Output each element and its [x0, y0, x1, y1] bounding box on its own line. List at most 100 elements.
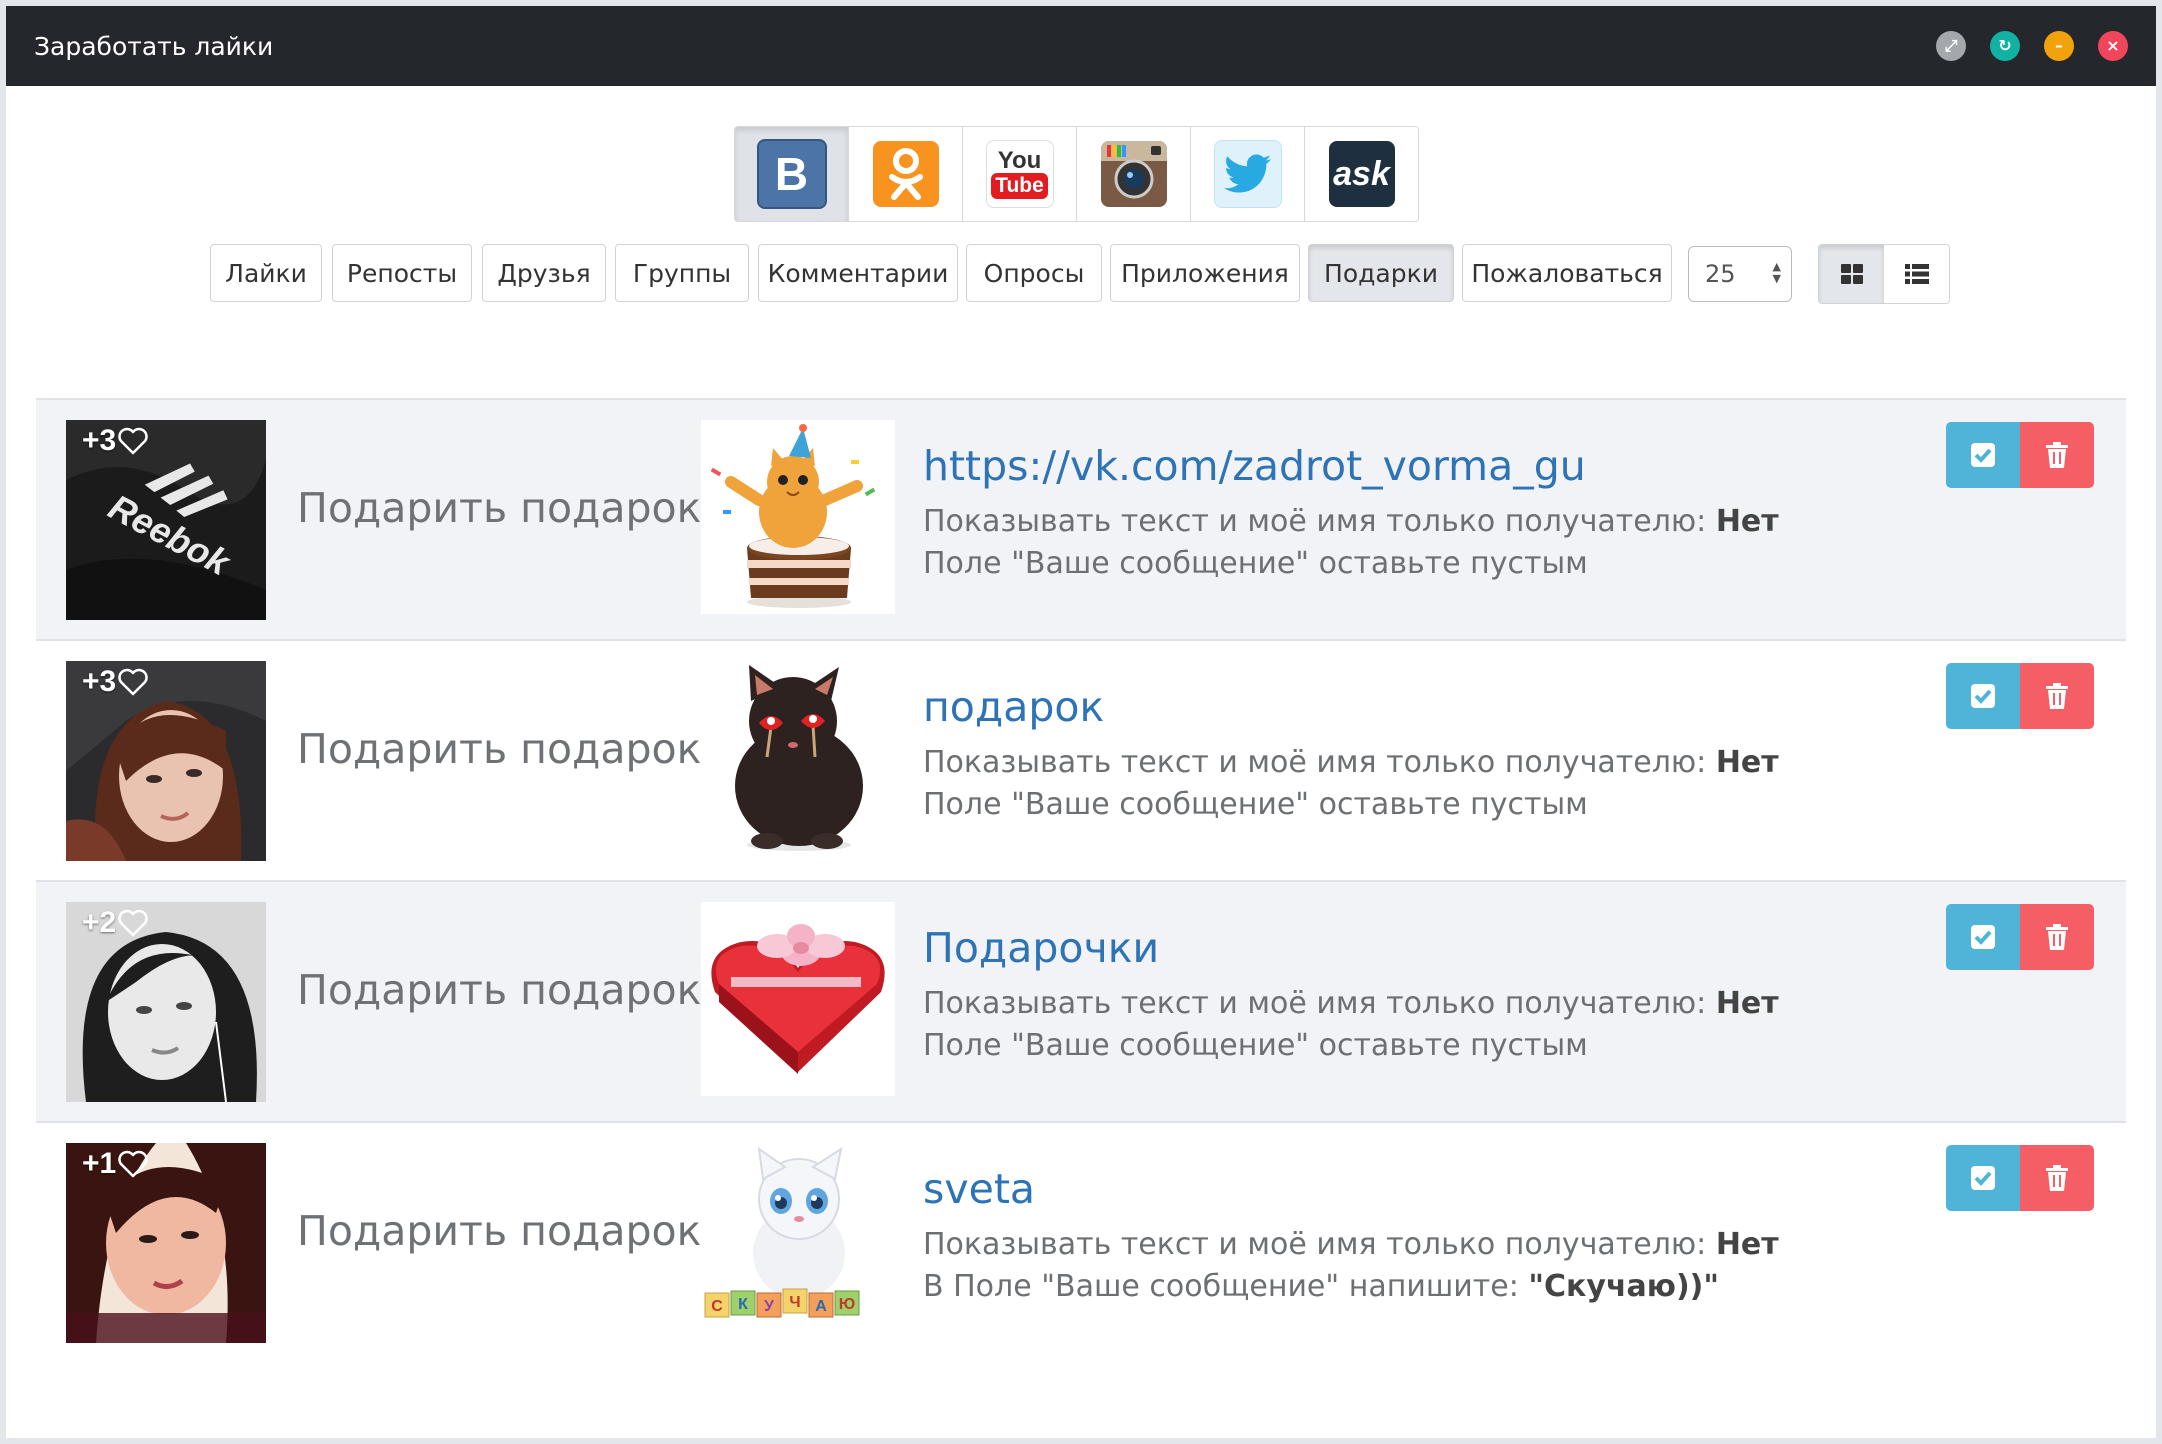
block-letter: К: [738, 1296, 748, 1313]
network-twitter[interactable]: [1191, 127, 1305, 221]
task-label: Подарить подарок:: [297, 725, 716, 773]
likes-reward: +3: [82, 665, 148, 699]
trash-icon: [2046, 683, 2068, 709]
task-actions: [1946, 904, 2094, 970]
avatar[interactable]: +2: [66, 902, 266, 1102]
gift-link[interactable]: Подарочки: [923, 924, 1159, 972]
block-letter: А: [815, 1298, 827, 1315]
ask-icon: ask: [1328, 141, 1395, 207]
view-mode-toggle: [1818, 244, 1950, 304]
block-letter: У: [764, 1298, 775, 1315]
privacy-line: Показывать текст и моё имя только получа…: [923, 745, 1779, 780]
privacy-line: Показывать текст и моё имя только получа…: [923, 986, 1779, 1021]
check-square-icon: [1971, 1166, 1995, 1190]
grid-view-button[interactable]: [1819, 245, 1884, 303]
tab-polls[interactable]: Опросы: [966, 244, 1102, 302]
block-letter: С: [711, 1298, 723, 1315]
check-square-icon: [1971, 684, 1995, 708]
network-youtube[interactable]: You Tube: [963, 127, 1077, 221]
tab-groups[interactable]: Группы: [615, 244, 749, 302]
delete-button[interactable]: [2020, 904, 2094, 970]
title-bar: Заработать лайки ⤢ ↻ – ×: [6, 6, 2156, 86]
tab-report[interactable]: Пожаловаться: [1462, 244, 1672, 302]
delete-button[interactable]: [2020, 422, 2094, 488]
window-controls: ⤢ ↻ – ×: [1936, 31, 2128, 61]
grid-icon: [1840, 264, 1863, 284]
block-letter: Ю: [839, 1296, 856, 1313]
heart-icon: [118, 909, 148, 937]
expand-button[interactable]: ⤢: [1936, 31, 1966, 61]
confirm-button[interactable]: [1946, 904, 2020, 970]
gift-link[interactable]: sveta: [923, 1165, 1035, 1213]
block-letter: Ч: [789, 1294, 800, 1311]
tab-comments[interactable]: Комментарии: [758, 244, 958, 302]
task-actions: [1946, 663, 2094, 729]
vk-icon: В: [756, 139, 827, 209]
avatar[interactable]: +1: [66, 1143, 266, 1343]
avatar[interactable]: +3: [66, 661, 266, 861]
delete-button[interactable]: [2020, 1145, 2094, 1211]
task-actions: [1946, 1145, 2094, 1211]
gift-image-cake-cat: [701, 420, 895, 614]
network-selector: В You Tube ask: [734, 126, 1419, 222]
heart-icon: [118, 427, 148, 455]
confirm-button[interactable]: [1946, 1145, 2020, 1211]
gift-image-white-kitten: СКУЧАЮ: [701, 1143, 895, 1337]
refresh-button[interactable]: ↻: [1990, 31, 2020, 61]
privacy-line: Показывать текст и моё имя только получа…: [923, 1227, 1779, 1262]
refresh-icon: ↻: [1998, 36, 2012, 55]
required-message: "Скучаю))": [1528, 1269, 1719, 1304]
app-window: Заработать лайки ⤢ ↻ – × В You Tube ask …: [6, 6, 2156, 1438]
task-label: Подарить подарок:: [297, 966, 716, 1014]
close-icon: ×: [2106, 36, 2120, 55]
task-row: +1 Подарить подарок: С К У Ч А Ю sveta П…: [36, 1121, 2126, 1362]
gift-image-heart-box: [701, 902, 895, 1096]
gift-image-black-cat: [701, 661, 895, 855]
per-page-select[interactable]: 25 ▲ ▼: [1688, 246, 1792, 302]
privacy-line: Показывать текст и моё имя только получа…: [923, 504, 1779, 539]
trash-icon: [2046, 1165, 2068, 1191]
per-page-value: 25: [1705, 260, 1736, 288]
avatar[interactable]: Reebok +3: [66, 420, 266, 620]
tab-friends[interactable]: Друзья: [482, 244, 606, 302]
task-row: +3 Подарить подарок: подарок Показывать …: [36, 639, 2126, 880]
tab-apps[interactable]: Приложения: [1110, 244, 1300, 302]
stepper-arrows-icon: ▲ ▼: [1772, 260, 1781, 285]
task-row: +2 Подарить подарок: Подарочки Показыват…: [36, 880, 2126, 1121]
heart-icon: [118, 668, 148, 696]
youtube-icon: You Tube: [985, 140, 1054, 208]
list-view-button[interactable]: [1884, 245, 1949, 303]
minimize-button[interactable]: –: [2044, 31, 2074, 61]
confirm-button[interactable]: [1946, 422, 2020, 488]
heart-icon: [118, 1150, 148, 1178]
close-button[interactable]: ×: [2098, 31, 2128, 61]
window-title: Заработать лайки: [34, 31, 274, 61]
task-actions: [1946, 422, 2094, 488]
likes-reward: +3: [82, 424, 148, 458]
message-instruction: Поле "Ваше сообщение" оставьте пустым: [923, 1028, 1588, 1063]
gift-link[interactable]: https://vk.com/zadrot_vorma_gu: [923, 442, 1586, 490]
likes-reward: +1: [82, 1147, 148, 1181]
delete-button[interactable]: [2020, 663, 2094, 729]
network-instagram[interactable]: [1077, 127, 1191, 221]
gift-link[interactable]: подарок: [923, 683, 1104, 731]
confirm-button[interactable]: [1946, 663, 2020, 729]
list-icon: [1904, 264, 1929, 284]
expand-icon: ⤢: [1944, 36, 1958, 55]
message-instruction: Поле "Ваше сообщение" оставьте пустым: [923, 787, 1588, 822]
likes-reward: +2: [82, 906, 148, 940]
network-odnoklassniki[interactable]: [849, 127, 963, 221]
trash-icon: [2046, 924, 2068, 950]
tab-likes[interactable]: Лайки: [210, 244, 322, 302]
network-vk[interactable]: В: [735, 127, 849, 221]
tab-gifts[interactable]: Подарки: [1308, 244, 1454, 302]
minimize-icon: –: [2055, 36, 2063, 55]
message-instruction: Поле "Ваше сообщение" оставьте пустым: [923, 546, 1588, 581]
check-square-icon: [1971, 443, 1995, 467]
twitter-icon: [1213, 140, 1282, 208]
network-ask[interactable]: ask: [1305, 127, 1418, 221]
trash-icon: [2046, 442, 2068, 468]
task-list: Reebok +3 Подарить подарок: https://vk.c…: [36, 398, 2126, 1362]
task-label: Подарить подарок:: [297, 484, 716, 532]
tab-reposts[interactable]: Репосты: [332, 244, 472, 302]
